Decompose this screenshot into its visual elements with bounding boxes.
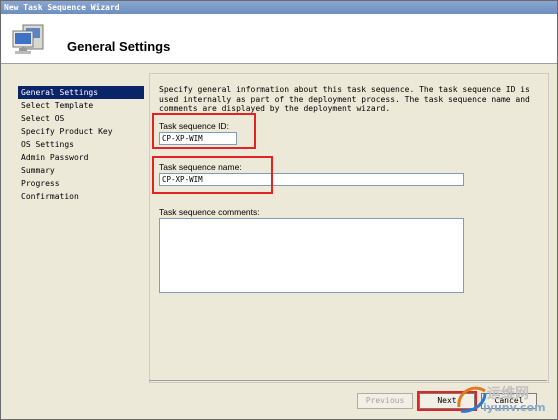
wizard-window: New Task Sequence Wizard General Setting… bbox=[0, 0, 558, 420]
watermark-url: iyunv.com bbox=[483, 401, 546, 414]
nav-item-select-os[interactable]: Select OS bbox=[18, 112, 144, 125]
computer-icon bbox=[12, 24, 44, 54]
intro-text: Specify general information about this t… bbox=[159, 85, 530, 113]
nav-item-general-settings[interactable]: General Settings bbox=[18, 86, 144, 99]
nav-item-os-settings[interactable]: OS Settings bbox=[18, 138, 144, 151]
nav-item-progress[interactable]: Progress bbox=[18, 177, 144, 190]
wizard-header: General Settings bbox=[1, 14, 557, 64]
name-highlight-box bbox=[152, 156, 273, 194]
nav-item-summary[interactable]: Summary bbox=[18, 164, 144, 177]
task-sequence-comments-field[interactable] bbox=[159, 218, 464, 293]
watermark-text: 运维网 bbox=[487, 386, 529, 402]
nav-item-select-template[interactable]: Select Template bbox=[18, 99, 144, 112]
wizard-steps: General Settings Select Template Select … bbox=[18, 86, 144, 203]
task-sequence-comments-label: Task sequence comments: bbox=[159, 207, 260, 217]
watermark: 运维网 iyunv.com bbox=[453, 379, 557, 419]
id-highlight-box bbox=[152, 113, 256, 149]
window-title: New Task Sequence Wizard bbox=[1, 1, 557, 14]
page-title: General Settings bbox=[67, 39, 171, 54]
nav-item-specify-product-key[interactable]: Specify Product Key bbox=[18, 125, 144, 138]
previous-button[interactable]: Previous bbox=[357, 393, 413, 409]
nav-item-confirmation[interactable]: Confirmation bbox=[18, 190, 144, 203]
nav-item-admin-password[interactable]: Admin Password bbox=[18, 151, 144, 164]
